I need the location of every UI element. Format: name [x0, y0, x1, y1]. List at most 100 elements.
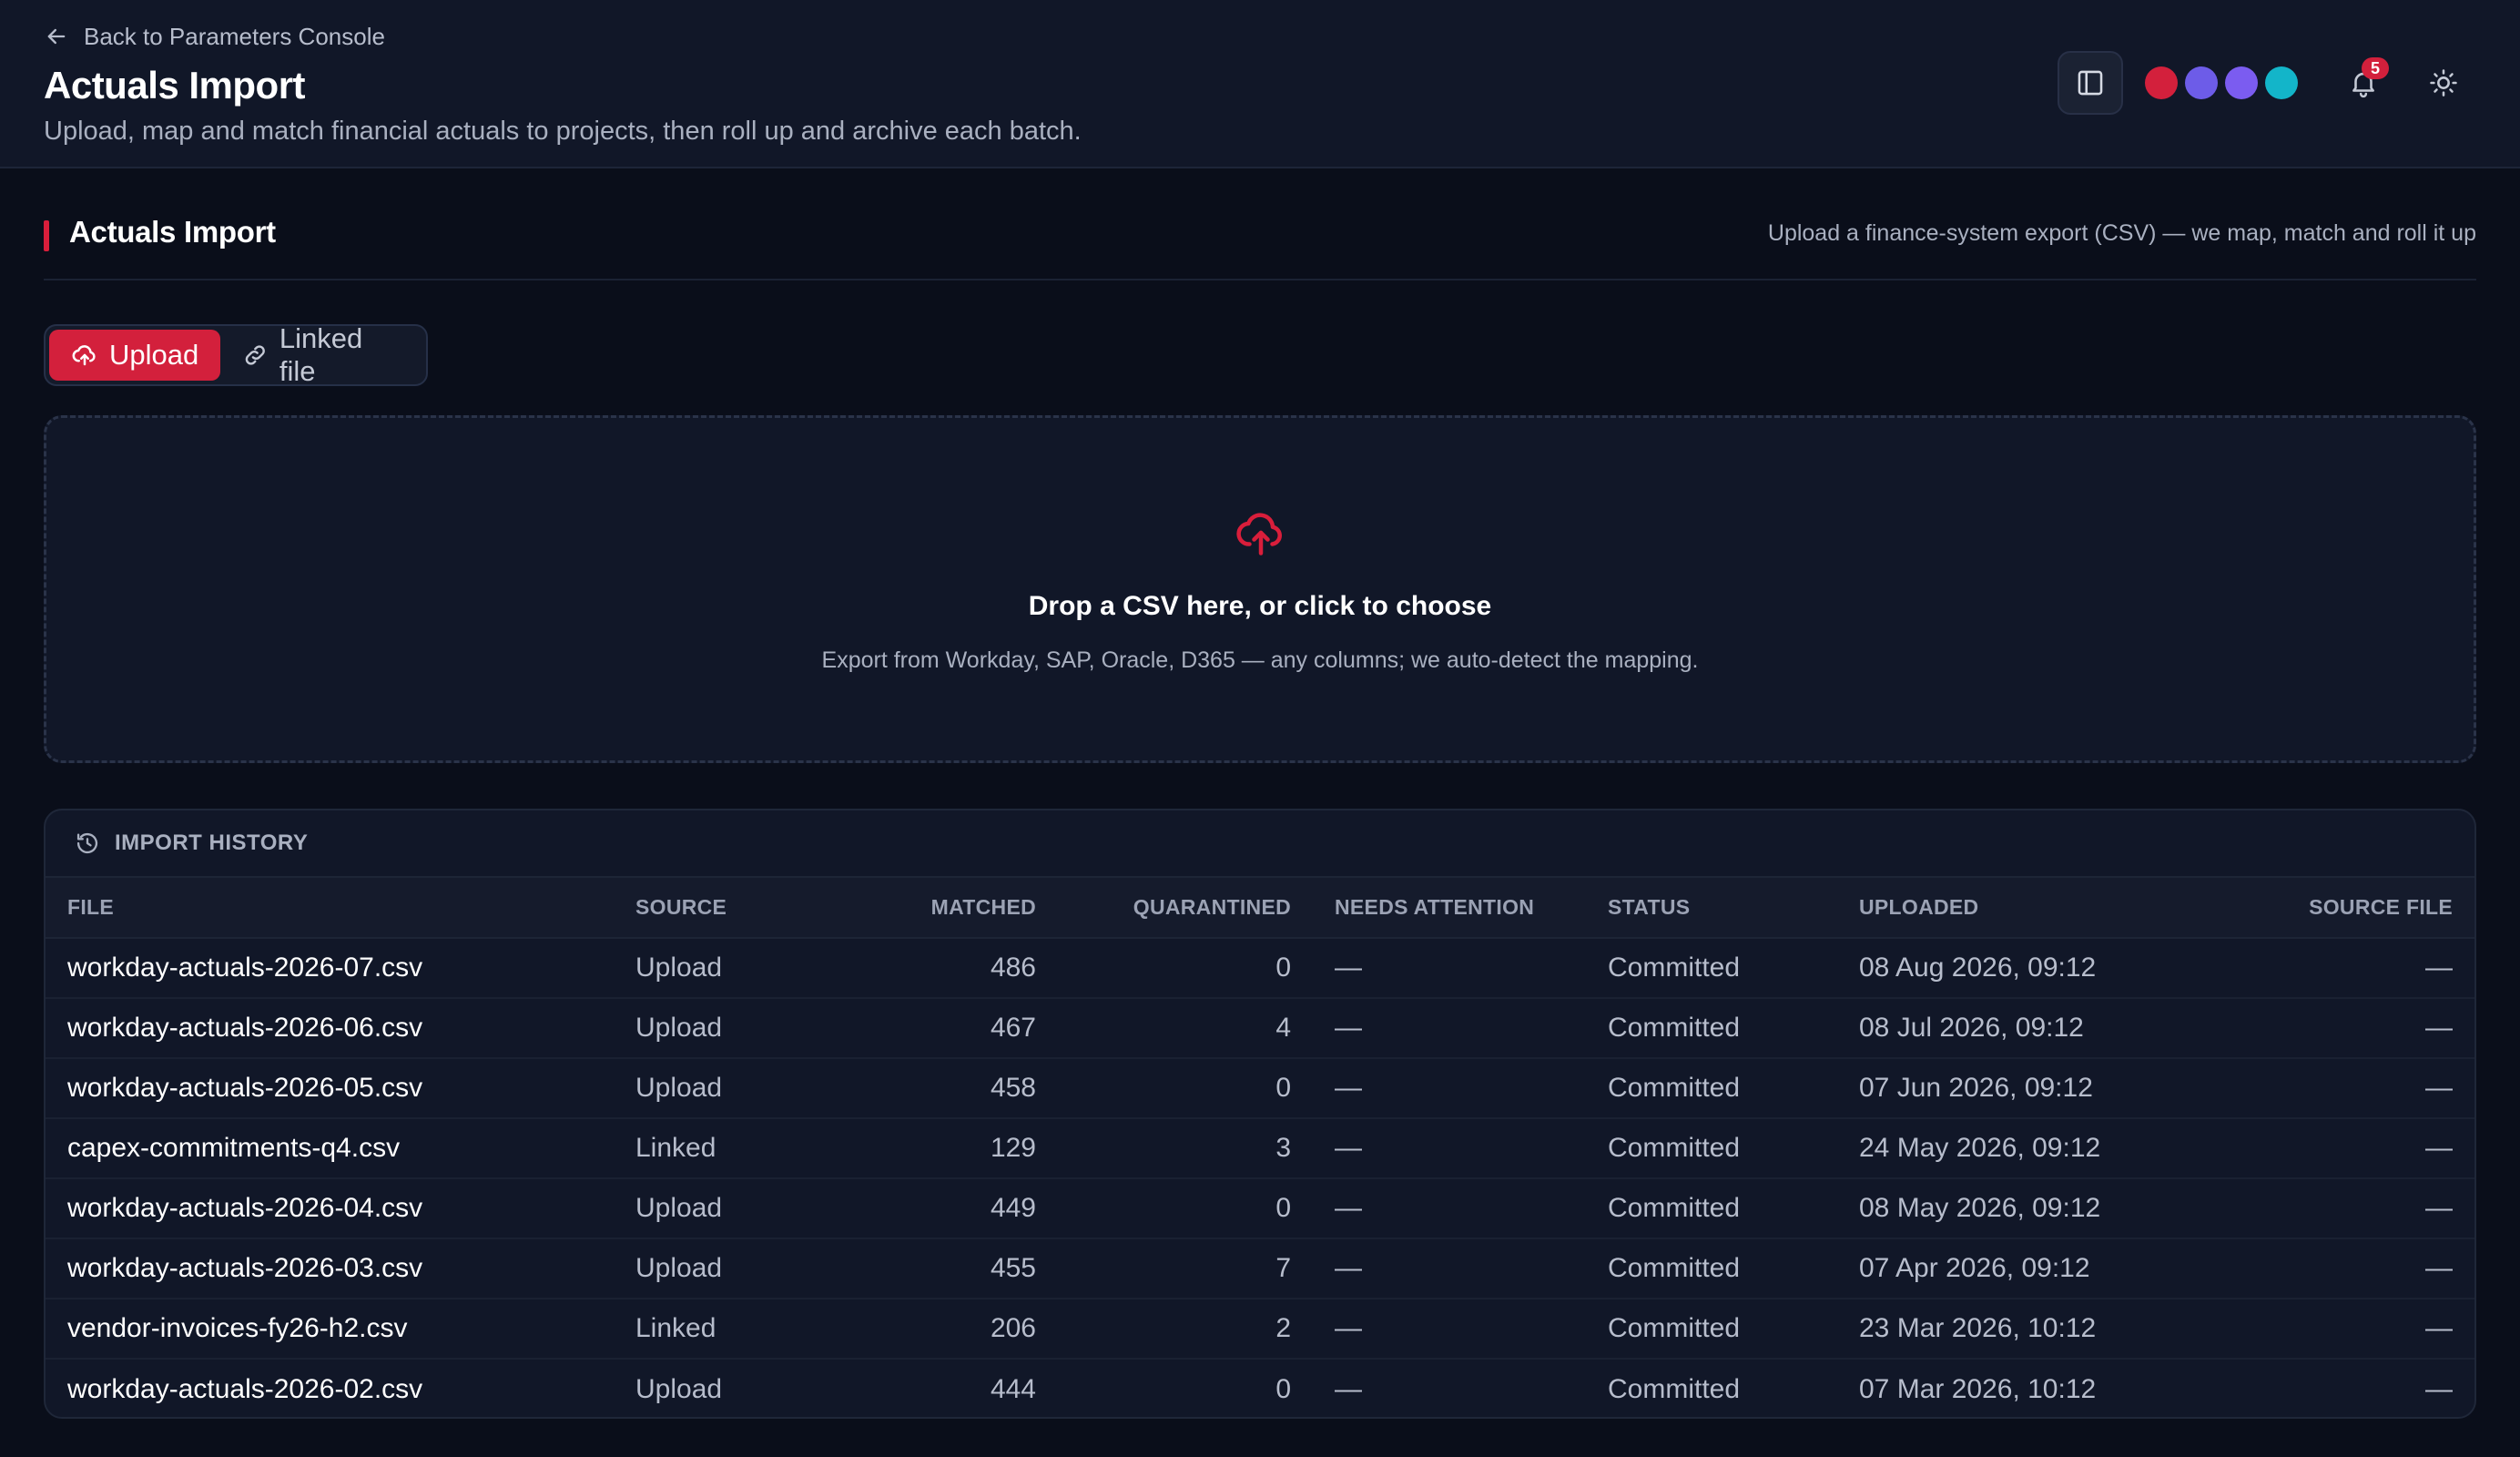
column-header-source[interactable]: SOURCE	[635, 878, 818, 939]
section-hint: Upload a finance-system export (CSV) — w…	[1767, 220, 2476, 246]
cell-uploaded: 07 Apr 2026, 09:12	[1859, 1253, 2090, 1283]
header-tools: 5	[2058, 51, 2469, 115]
cell-uploaded: 24 May 2026, 09:12	[1859, 1133, 2101, 1163]
cell-source: Upload	[635, 1193, 723, 1223]
cell-source-file: —	[2425, 1313, 2453, 1343]
table-row[interactable]: workday-actuals-2026-02.csv Upload 444 0 — Co…	[46, 1359, 2474, 1417]
cell-source-file: —	[2425, 1013, 2453, 1043]
cell-uploaded: 08 Jul 2026, 09:12	[1859, 1013, 2084, 1043]
cell-status: Committed	[1608, 1253, 1741, 1283]
sidebar-toggle-button[interactable]	[2058, 51, 2123, 115]
cell-file: vendor-invoices-fy26-h2.csv	[67, 1313, 408, 1343]
table-row[interactable]: workday-actuals-2026-03.csv Upload 455 7 — Co…	[46, 1238, 2474, 1299]
cell-uploaded: 08 Aug 2026, 09:12	[1859, 953, 2097, 983]
upload-tab-label: Upload	[109, 339, 199, 371]
column-header-file[interactable]: FILE	[46, 878, 635, 939]
cell-source-file: —	[2425, 1193, 2453, 1223]
cell-source: Linked	[635, 1133, 716, 1163]
cell-matched: 129	[990, 1133, 1036, 1163]
back-link[interactable]: Back to Parameters Console	[44, 20, 385, 53]
column-header-needs-attention[interactable]: NEEDS ATTENTION	[1291, 878, 1608, 939]
cell-file: workday-actuals-2026-06.csv	[67, 1013, 423, 1043]
table-row[interactable]: workday-actuals-2026-05.csv Upload 458 0 — Co…	[46, 1058, 2474, 1118]
import-mode-toggle: Upload Linked file	[44, 322, 428, 387]
import-history-rows: workday-actuals-2026-07.csv Upload 486 0 — Co…	[46, 938, 2474, 1417]
cell-source-file: —	[2425, 1373, 2453, 1404]
column-header-matched[interactable]: MATCHED	[818, 878, 1036, 939]
cell-needs-attention: —	[1335, 953, 1362, 983]
dropzone-hint: Export from Workday, SAP, Oracle, D365 —…	[821, 647, 1699, 673]
cell-source: Linked	[635, 1313, 716, 1343]
cell-status: Committed	[1608, 1313, 1741, 1343]
link-icon	[245, 345, 266, 365]
table-row[interactable]: capex-commitments-q4.csv Linked 129 3 — Commi…	[46, 1118, 2474, 1178]
cell-uploaded: 08 May 2026, 09:12	[1859, 1193, 2101, 1223]
cell-status: Committed	[1608, 1373, 1741, 1404]
cell-uploaded: 07 Mar 2026, 10:12	[1859, 1373, 2097, 1404]
section-header: Actuals Import Upload a finance-system e…	[44, 211, 2476, 280]
table-row[interactable]: workday-actuals-2026-07.csv Upload 486 0 — Co…	[46, 938, 2474, 998]
cell-status: Committed	[1608, 1193, 1741, 1223]
csv-dropzone[interactable]: Drop a CSV here, or click to choose Expo…	[44, 415, 2476, 763]
linked-file-tab[interactable]: Linked file	[220, 322, 422, 387]
cell-needs-attention: —	[1335, 1073, 1362, 1103]
cell-uploaded: 23 Mar 2026, 10:12	[1859, 1313, 2097, 1343]
theme-swatch-red[interactable]	[2145, 66, 2178, 99]
cell-source-file: —	[2425, 1133, 2453, 1163]
cell-source: Upload	[635, 1253, 723, 1283]
cell-quarantined: 0	[1275, 1073, 1291, 1103]
column-header-quarantined[interactable]: QUARANTINED	[1036, 878, 1291, 939]
table-header-row: FILE SOURCE MATCHED QUARANTINED NEEDS AT…	[46, 878, 2474, 939]
cell-source: Upload	[635, 1073, 723, 1103]
cell-quarantined: 7	[1275, 1253, 1291, 1283]
column-header-uploaded[interactable]: UPLOADED	[1859, 878, 2223, 939]
dropzone-title: Drop a CSV here, or click to choose	[1028, 591, 1492, 621]
cloud-upload-icon	[1236, 513, 1282, 555]
cell-needs-attention: —	[1335, 1013, 1362, 1043]
table-row[interactable]: vendor-invoices-fy26-h2.csv Linked 206 2 — Co…	[46, 1299, 2474, 1359]
theme-toggle-button[interactable]	[2418, 57, 2469, 108]
back-link-label: Back to Parameters Console	[84, 22, 385, 50]
import-history-title: IMPORT HISTORY	[115, 830, 309, 855]
import-history-header: IMPORT HISTORY	[46, 810, 2474, 878]
theme-swatch-cyan[interactable]	[2265, 66, 2298, 99]
arrow-left-icon	[47, 28, 66, 45]
cloud-upload-icon	[72, 345, 96, 366]
table-row[interactable]: workday-actuals-2026-06.csv Upload 467 4 — Co…	[46, 998, 2474, 1058]
page-title: Actuals Import	[44, 64, 306, 107]
table-row[interactable]: workday-actuals-2026-04.csv Upload 449 0 — Co…	[46, 1178, 2474, 1238]
cell-status: Committed	[1608, 1133, 1741, 1163]
cell-source: Upload	[635, 953, 723, 983]
cell-quarantined: 0	[1275, 953, 1291, 983]
cell-file: workday-actuals-2026-07.csv	[67, 953, 423, 983]
notifications-button[interactable]: 5	[2338, 57, 2389, 108]
page-subtitle: Upload, map and match financial actuals …	[44, 117, 1082, 146]
cell-source: Upload	[635, 1373, 723, 1404]
theme-swatch-indigo[interactable]	[2185, 66, 2218, 99]
cell-matched: 206	[990, 1313, 1036, 1343]
cell-status: Committed	[1608, 953, 1741, 983]
cell-file: workday-actuals-2026-04.csv	[67, 1193, 423, 1223]
cell-source-file: —	[2425, 1073, 2453, 1103]
linked-file-tab-label: Linked file	[279, 322, 363, 387]
sun-icon	[2430, 69, 2457, 97]
cell-quarantined: 0	[1275, 1373, 1291, 1404]
column-header-status[interactable]: STATUS	[1608, 878, 1859, 939]
cell-file: workday-actuals-2026-02.csv	[67, 1373, 423, 1404]
import-history-table: FILE SOURCE MATCHED QUARANTINED NEEDS AT…	[46, 878, 2474, 1417]
cell-file: capex-commitments-q4.csv	[67, 1133, 401, 1163]
cell-needs-attention: —	[1335, 1193, 1362, 1223]
theme-swatch-violet[interactable]	[2225, 66, 2258, 99]
cell-quarantined: 3	[1275, 1133, 1291, 1163]
cell-needs-attention: —	[1335, 1133, 1362, 1163]
top-header: Back to Parameters Console Actuals Impor…	[0, 0, 2520, 168]
cell-matched: 444	[990, 1373, 1036, 1404]
cell-matched: 458	[990, 1073, 1036, 1103]
cell-status: Committed	[1608, 1073, 1741, 1103]
upload-tab[interactable]: Upload	[49, 330, 221, 381]
cell-status: Committed	[1608, 1013, 1741, 1043]
cell-matched: 455	[990, 1253, 1036, 1283]
column-header-source-file[interactable]: SOURCE FILE	[2223, 878, 2474, 939]
cell-matched: 486	[990, 953, 1036, 983]
cell-file: workday-actuals-2026-05.csv	[67, 1073, 423, 1103]
